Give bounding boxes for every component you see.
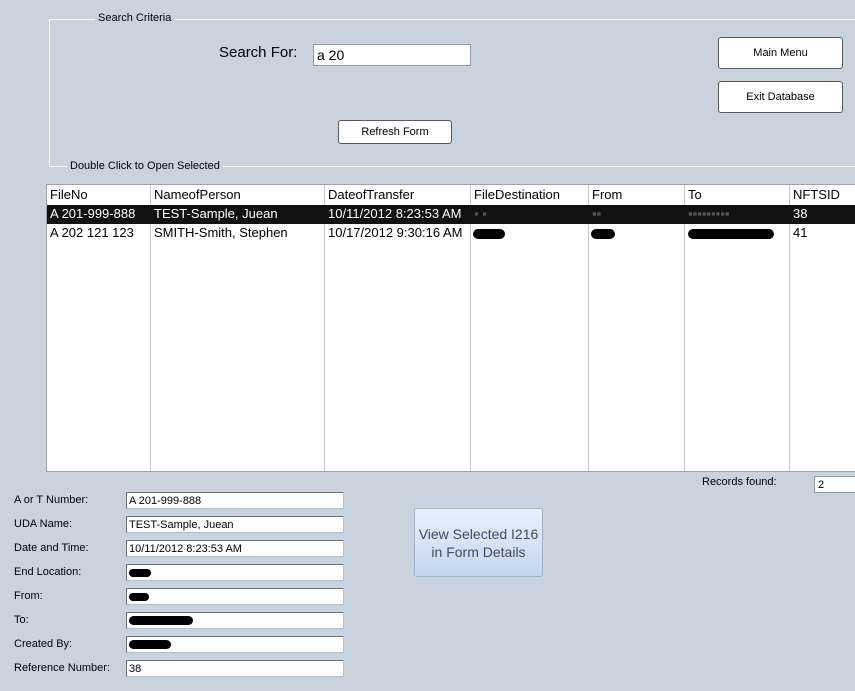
uda-name-label: UDA Name: xyxy=(14,518,73,530)
cell-name: TEST-Sample, Juean xyxy=(154,206,278,221)
redaction-mark xyxy=(129,640,171,649)
list-row-selected[interactable]: A 201-999-888 TEST-Sample, Juean 10/11/2… xyxy=(47,205,855,224)
cell-date: 10/11/2012 8:23:53 AM xyxy=(328,206,462,221)
records-found-field: 2 xyxy=(814,476,855,493)
reference-number-field[interactable]: 38 xyxy=(126,660,344,677)
cell-to-redacted: ▪▪▪▪▪▪▪▪▪ xyxy=(688,206,730,221)
reference-number-label: Reference Number: xyxy=(14,662,110,674)
cell-fileno: A 201-999-888 xyxy=(50,206,136,221)
list-row[interactable]: A 202 121 123 SMITH-Smith, Stephen 10/17… xyxy=(47,224,855,243)
redaction-mark xyxy=(473,229,505,239)
column-header-date[interactable]: DateofTransfer xyxy=(328,187,414,202)
cell-name: SMITH-Smith, Stephen xyxy=(154,225,288,240)
search-input[interactable]: a 20 xyxy=(313,44,471,66)
redaction-mark xyxy=(129,568,151,577)
redaction-mark xyxy=(129,616,193,625)
end-location-field[interactable] xyxy=(126,564,344,581)
column-header-fileno[interactable]: FileNo xyxy=(50,187,88,202)
redaction-mark xyxy=(129,592,149,601)
to-field[interactable] xyxy=(126,612,344,629)
column-header-name[interactable]: NameofPerson xyxy=(154,187,241,202)
a-or-t-number-label: A or T Number: xyxy=(14,494,89,506)
redaction-mark xyxy=(688,229,774,239)
uda-name-field[interactable]: TEST-Sample, Juean xyxy=(126,516,344,533)
column-header-nftsid[interactable]: NFTSID xyxy=(793,187,840,202)
view-selected-line2: in Form Details xyxy=(431,543,526,560)
list-header: FileNo NameofPerson DateofTransfer FileD… xyxy=(47,186,855,205)
records-found-label: Records found: xyxy=(702,476,777,488)
end-location-label: End Location: xyxy=(14,566,82,578)
view-selected-line1: View Selected I216 xyxy=(418,525,539,542)
to-label: To: xyxy=(14,614,29,626)
from-label: From: xyxy=(14,590,43,602)
cell-nftsid: 41 xyxy=(793,225,808,240)
search-for-label: Search For: xyxy=(219,44,298,61)
column-header-to[interactable]: To xyxy=(688,187,702,202)
exit-database-button[interactable]: Exit Database xyxy=(718,81,843,113)
cell-from-redacted: ▪▪ xyxy=(592,206,602,221)
created-by-field[interactable] xyxy=(126,636,344,653)
column-header-destination[interactable]: FileDestination xyxy=(474,187,560,202)
cell-nftsid: 38 xyxy=(793,206,808,221)
created-by-label: Created By: xyxy=(14,638,73,650)
main-menu-button[interactable]: Main Menu xyxy=(718,37,843,69)
refresh-form-button[interactable]: Refresh Form xyxy=(338,120,452,144)
list-caption: Double Click to Open Selected xyxy=(67,160,223,172)
cell-fileno: A 202 121 123 xyxy=(50,225,134,240)
cell-destination-redacted: ▪ ▪ xyxy=(474,206,487,221)
date-time-label: Date and Time: xyxy=(14,542,89,554)
column-header-from[interactable]: From xyxy=(592,187,622,202)
search-criteria-title: Search Criteria xyxy=(95,12,175,24)
date-time-field[interactable]: 10/11/2012 8:23:53 AM xyxy=(126,540,344,557)
redaction-mark xyxy=(591,229,615,239)
view-selected-button[interactable]: View Selected I216 in Form Details xyxy=(414,508,543,577)
results-listbox[interactable]: FileNo NameofPerson DateofTransfer FileD… xyxy=(46,184,855,472)
cell-date: 10/17/2012 9:30:16 AM xyxy=(328,225,463,240)
a-or-t-number-field[interactable]: A 201-999-888 xyxy=(126,492,344,509)
from-field[interactable] xyxy=(126,588,344,605)
